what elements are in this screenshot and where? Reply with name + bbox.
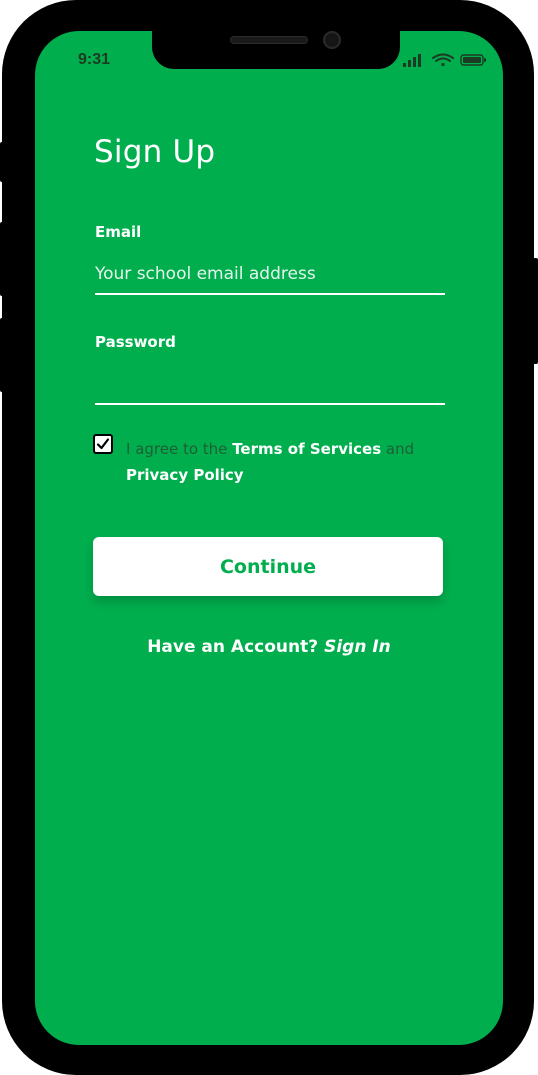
agreement-prefix: I agree to the	[126, 440, 233, 458]
notch	[152, 31, 400, 69]
volume-down-button	[0, 318, 5, 392]
status-time: 9:31	[78, 51, 111, 68]
wifi-icon	[432, 53, 454, 67]
checkmark-icon	[96, 438, 110, 450]
power-button	[533, 258, 538, 364]
signal-icon	[403, 54, 421, 67]
continue-button[interactable]: Continue	[93, 537, 443, 596]
mute-switch	[0, 142, 5, 182]
password-field[interactable]	[95, 365, 445, 405]
screen: 9:31 Sign Up Email Your school email add…	[35, 31, 503, 1045]
privacy-policy-link[interactable]: Privacy Policy	[126, 466, 244, 484]
volume-up-button	[0, 222, 5, 296]
email-label: Email	[95, 223, 142, 241]
password-label: Password	[95, 333, 176, 351]
battery-icon	[460, 54, 486, 66]
page-title: Sign Up	[94, 134, 216, 170]
have-account-text: Have an Account?	[147, 637, 319, 657]
agreement-text: I agree to the Terms of Services and Priv…	[126, 436, 426, 488]
email-field[interactable]	[95, 255, 445, 295]
sign-in-link[interactable]: Sign In	[324, 637, 391, 657]
agreement-middle: and	[381, 440, 415, 458]
agree-checkbox[interactable]	[93, 434, 113, 454]
speaker-grille	[230, 36, 308, 44]
front-camera	[323, 31, 341, 49]
phone-frame: 9:31 Sign Up Email Your school email add…	[0, 0, 538, 1075]
sign-in-prompt: Have an Account? Sign In	[35, 637, 503, 657]
terms-of-services-link[interactable]: Terms of Services	[232, 440, 381, 458]
status-icons	[403, 52, 487, 67]
